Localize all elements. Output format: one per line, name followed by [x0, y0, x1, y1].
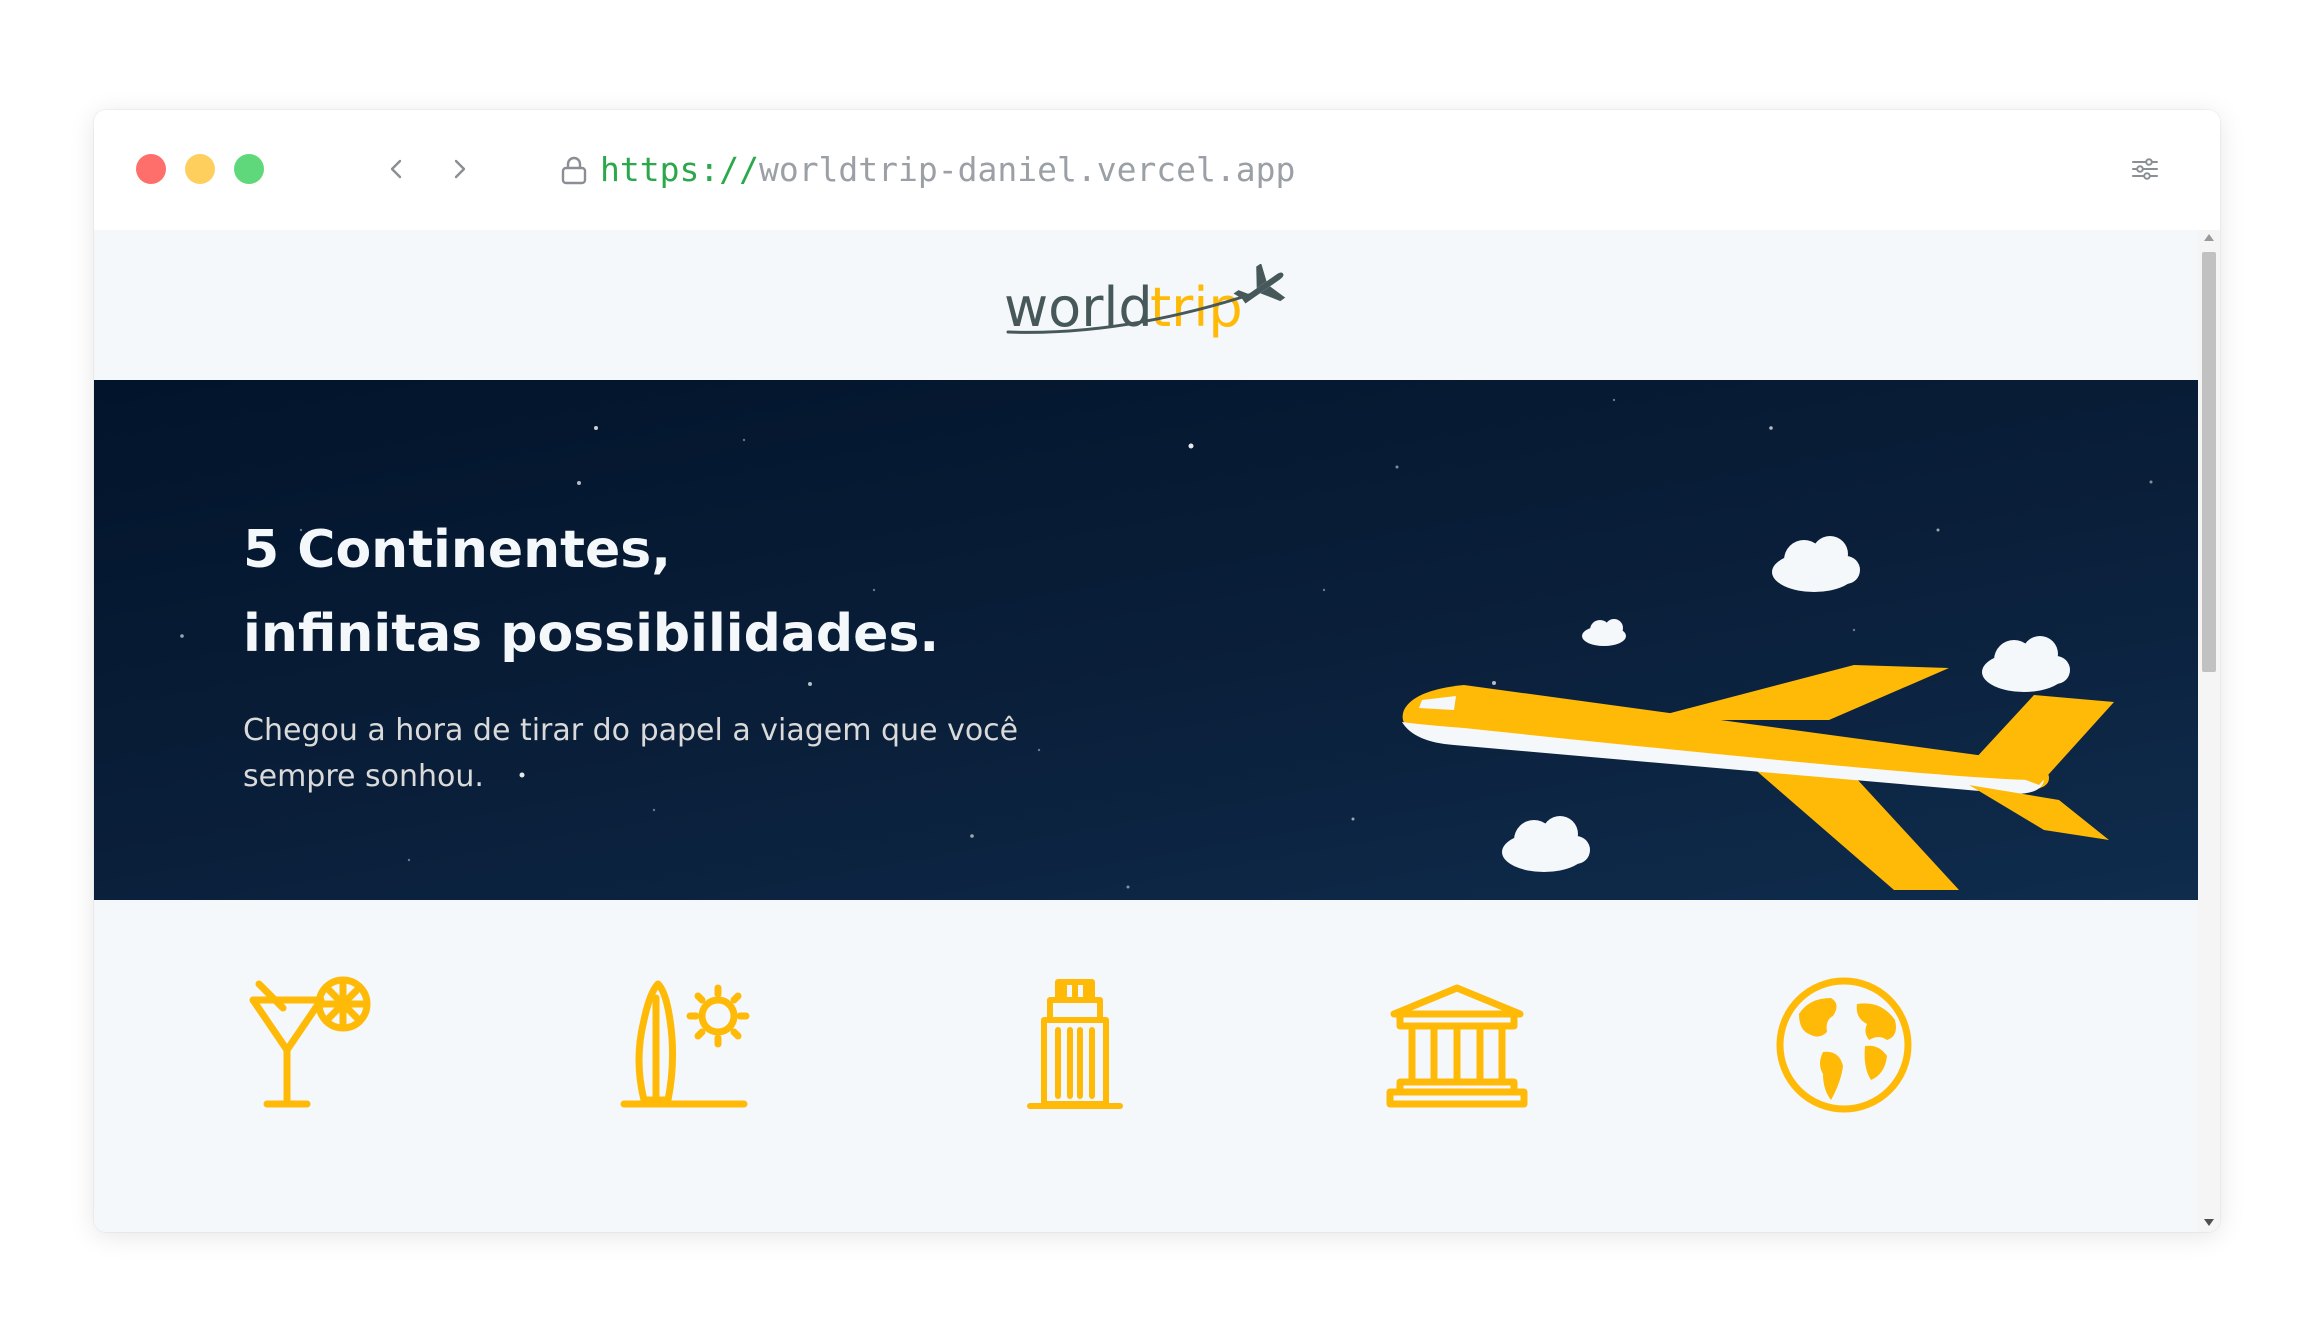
maximize-window-button[interactable] — [234, 154, 264, 184]
scroll-up-arrow-icon[interactable] — [2204, 234, 2214, 241]
museum-icon[interactable] — [1382, 970, 1532, 1120]
airplane-illustration — [1402, 536, 2114, 890]
hero-headline: 5 Continentes, infinitas possibilidades. — [243, 508, 1243, 676]
logo-trip-text: trip — [1150, 276, 1243, 339]
browser-window: https://worldtrip-daniel.vercel.app worl… — [94, 110, 2220, 1232]
hero-headline-line2: infinitas possibilidades. — [243, 604, 940, 664]
scroll-down-arrow-icon[interactable] — [2204, 1219, 2214, 1226]
forward-arrow-icon[interactable] — [444, 154, 474, 184]
page-viewport: world trip 5 Continentes, infinitas poss… — [94, 230, 2198, 1232]
globe-icon[interactable] — [1769, 970, 1919, 1120]
travel-types-row — [94, 970, 2198, 1230]
browser-toolbar: https://worldtrip-daniel.vercel.app — [94, 110, 2220, 230]
worldtrip-logo[interactable]: world trip — [1002, 264, 1292, 352]
url-protocol: https:// — [600, 150, 759, 189]
hero-banner: 5 Continentes, infinitas possibilidades.… — [94, 380, 2198, 900]
cocktail-icon[interactable] — [239, 970, 389, 1120]
settings-sliders-icon[interactable] — [2130, 154, 2160, 184]
scrollbar-thumb[interactable] — [2202, 252, 2216, 672]
surfboard-sun-icon[interactable] — [614, 970, 764, 1120]
hero-headline-line1: 5 Continentes, — [243, 520, 672, 580]
minimize-window-button[interactable] — [185, 154, 215, 184]
back-arrow-icon[interactable] — [382, 154, 412, 184]
lock-icon — [561, 156, 587, 185]
vertical-scrollbar[interactable] — [2198, 230, 2220, 1232]
site-header: world trip — [94, 230, 2198, 380]
hero-subtext: Chegou a hora de tirar do papel a viagem… — [243, 713, 1019, 794]
close-window-button[interactable] — [136, 154, 166, 184]
skyscraper-icon[interactable] — [1000, 970, 1150, 1120]
address-bar[interactable]: https://worldtrip-daniel.vercel.app — [600, 150, 1295, 190]
url-host: worldtrip-daniel.vercel.app — [758, 150, 1296, 189]
